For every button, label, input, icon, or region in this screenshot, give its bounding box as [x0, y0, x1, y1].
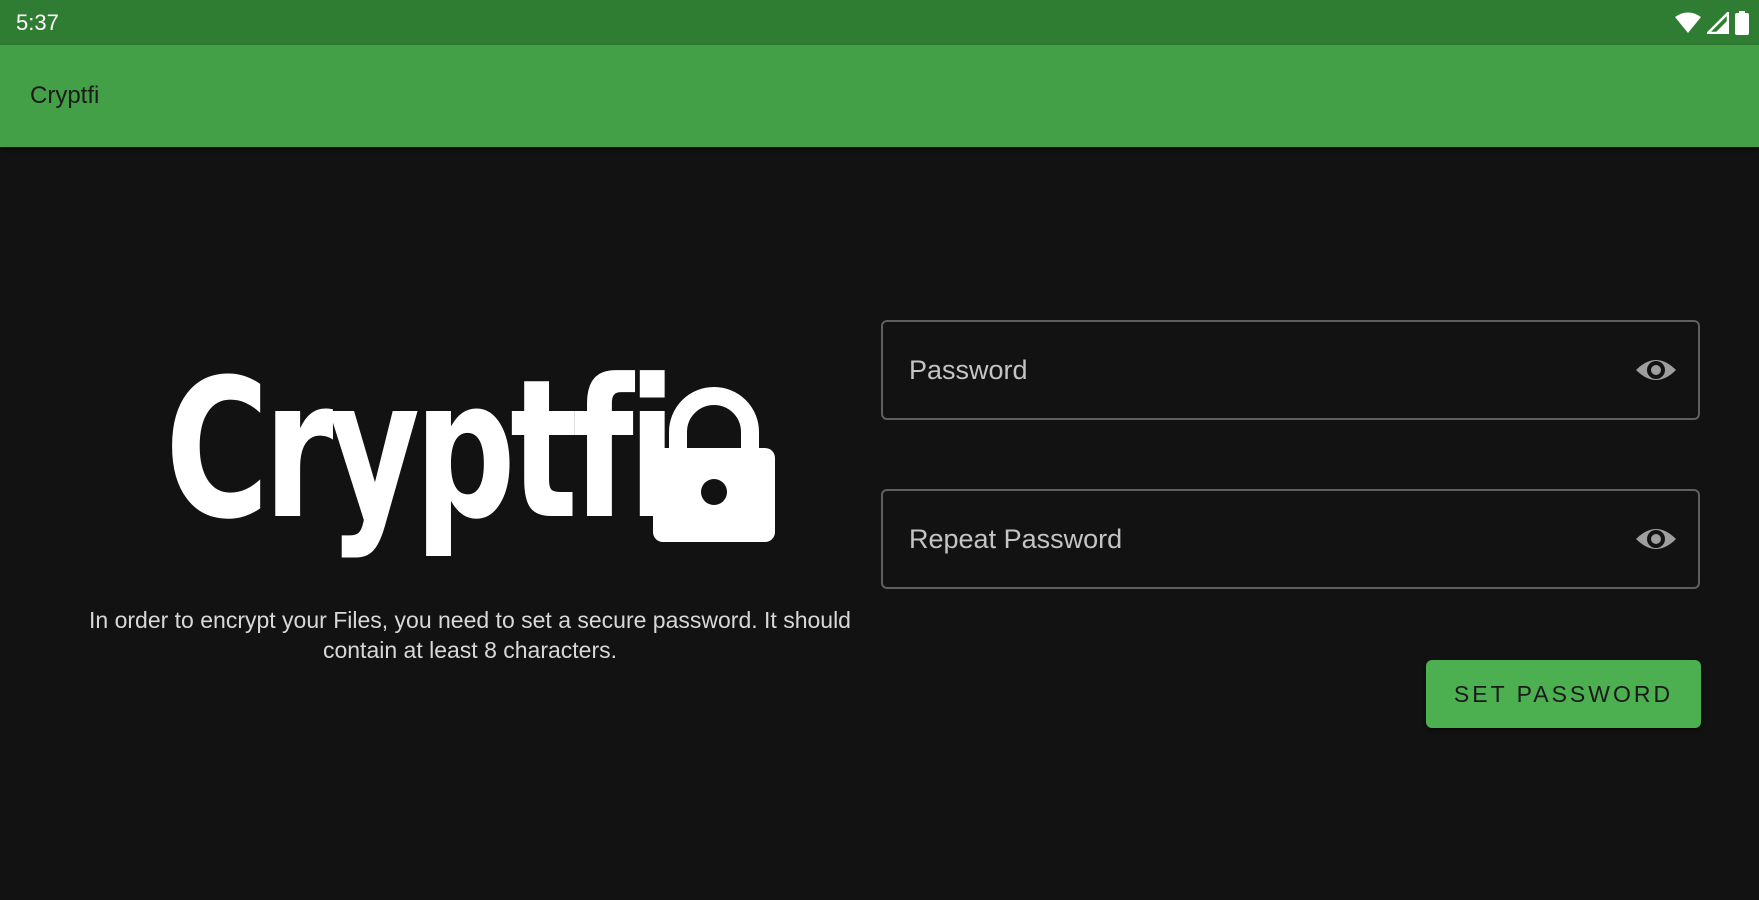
status-bar: 5:37 — [0, 0, 1759, 45]
repeat-password-visibility-eye-icon[interactable] — [1634, 519, 1678, 559]
logo-text: Cryptfi — [165, 339, 677, 562]
set-password-button[interactable]: SET PASSWORD — [1426, 660, 1701, 728]
password-visibility-eye-icon[interactable] — [1634, 350, 1678, 390]
app-logo: Cryptfi — [165, 346, 785, 578]
repeat-password-field[interactable] — [881, 489, 1700, 589]
wifi-icon — [1675, 12, 1701, 34]
description-text: In order to encrypt your Files, you need… — [89, 607, 851, 663]
signal-icon — [1707, 12, 1729, 34]
screen: 5:37 Cryptfi Cryptfi In order to encrypt… — [0, 0, 1759, 900]
status-time: 5:37 — [16, 10, 59, 35]
password-field[interactable] — [881, 320, 1700, 420]
app-title: Cryptfi — [30, 82, 100, 109]
lock-icon — [653, 384, 775, 542]
status-icons — [1675, 10, 1749, 36]
app-bar: Cryptfi — [0, 45, 1759, 147]
repeat-password-input[interactable] — [909, 491, 1589, 587]
battery-icon — [1735, 11, 1749, 35]
password-input[interactable] — [909, 322, 1589, 418]
